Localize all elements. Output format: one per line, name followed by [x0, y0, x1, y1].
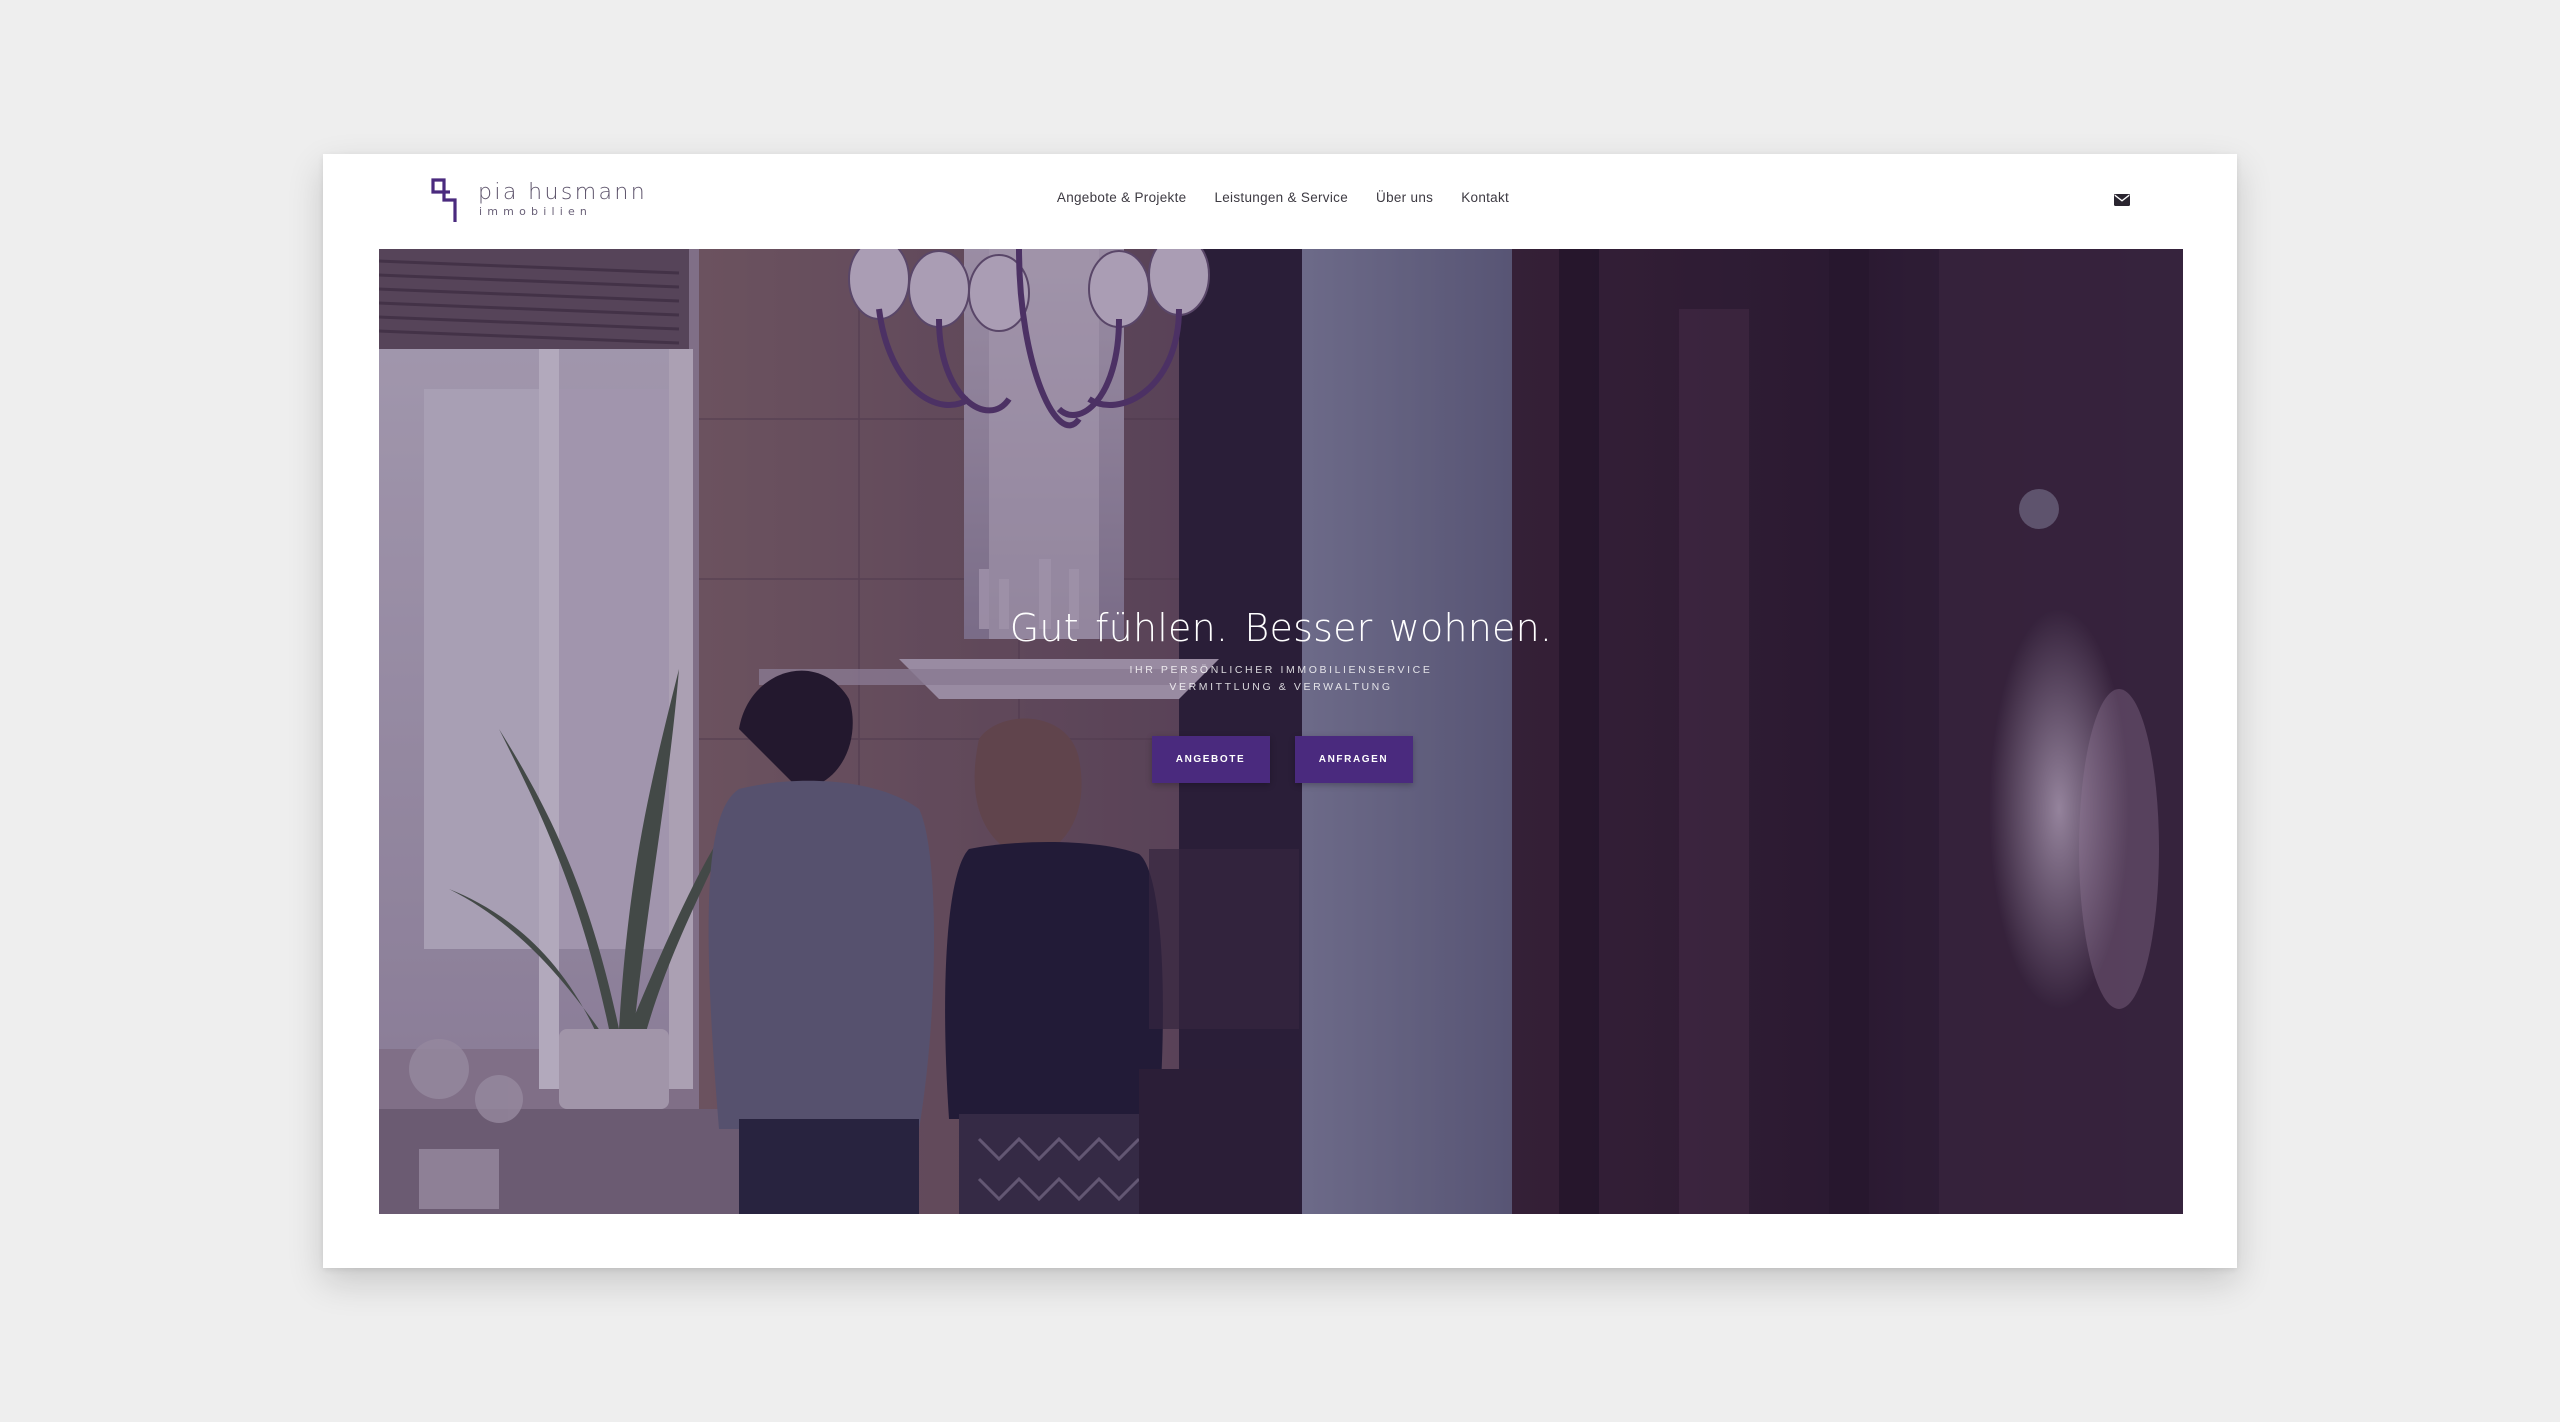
nav-item-ueber-uns[interactable]: Über uns [1376, 190, 1433, 205]
hero-buttons: ANGEBOTE ANFRAGEN [379, 736, 2183, 783]
hero-title: Gut fühlen. Besser wohnen. [1009, 606, 1553, 650]
website-page: pia husmann immobilien Angebote & Projek… [323, 154, 2237, 1268]
browser-viewport: pia husmann immobilien Angebote & Projek… [0, 0, 2560, 1422]
mail-link[interactable] [2114, 194, 2130, 206]
hero-content: Gut fühlen. Besser wohnen. IHR PERSÖNLIC… [379, 604, 2183, 783]
envelope-icon [2114, 194, 2130, 206]
hero-subtitle: IHR PERSÖNLICHER IMMOBILIENSERVICE VERMI… [379, 662, 2183, 696]
nav-item-leistungen-service[interactable]: Leistungen & Service [1214, 190, 1348, 205]
brand-subtitle: immobilien [479, 204, 593, 218]
anfragen-button[interactable]: ANFRAGEN [1294, 736, 1413, 783]
angebote-button[interactable]: ANGEBOTE [1151, 736, 1270, 783]
site-header: pia husmann immobilien Angebote & Projek… [323, 154, 2237, 249]
hero-section: Gut fühlen. Besser wohnen. IHR PERSÖNLIC… [379, 249, 2183, 1214]
nav-item-kontakt[interactable]: Kontakt [1461, 190, 1509, 205]
main-navigation: Angebote & Projekte Leistungen & Service… [323, 190, 2237, 205]
hero-subtitle-line-1: IHR PERSÖNLICHER IMMOBILIENSERVICE [1129, 664, 1433, 676]
nav-item-angebote-projekte[interactable]: Angebote & Projekte [1057, 190, 1187, 205]
hero-subtitle-line-2: VERMITTLUNG & VERWALTUNG [1169, 681, 1393, 693]
